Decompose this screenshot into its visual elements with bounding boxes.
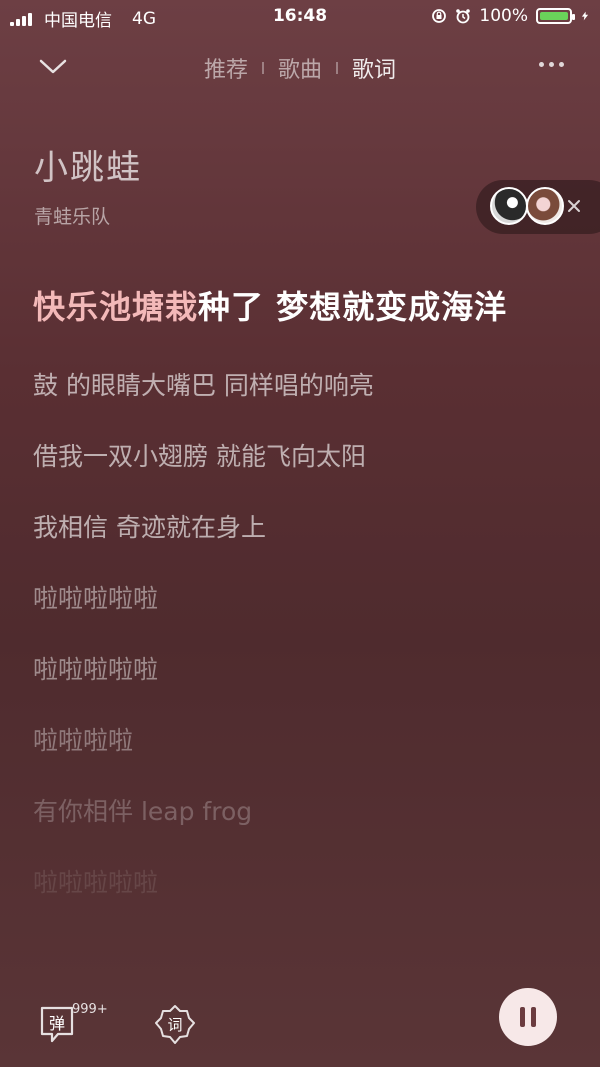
tab-divider: [261, 62, 264, 74]
close-icon[interactable]: [564, 196, 584, 216]
status-bar: 中国电信 4G 16:48 100%: [0, 0, 600, 32]
lyric-effect-button[interactable]: 词: [154, 1004, 196, 1046]
lyric-line: 鼓 的眼睛大嘴巴 同样唱的响亮: [33, 371, 374, 400]
lyric-line: 啦啦啦啦: [33, 726, 134, 755]
avatar: [526, 187, 564, 225]
dot-icon: [559, 62, 564, 67]
top-nav: 推荐 歌曲 歌词: [0, 44, 600, 90]
lyric-unsung-part: 种了 梦想就变成海洋: [198, 288, 508, 326]
current-lyric-line: 快乐池塘栽种了 梦想就变成海洋: [33, 282, 593, 332]
tab-lyrics[interactable]: 歌词: [352, 52, 396, 84]
tab-songs[interactable]: 歌曲: [278, 52, 322, 84]
song-title: 小跳蛙: [34, 148, 142, 188]
more-options-button[interactable]: [539, 62, 564, 67]
pause-icon: [531, 1007, 536, 1027]
tab-bar: 推荐 歌曲 歌词: [0, 52, 600, 84]
lyric-line: 我相信 奇迹就在身上: [33, 513, 266, 542]
danmaku-label: 弹: [49, 1014, 65, 1033]
lyric-line: 啦啦啦啦啦: [33, 868, 159, 897]
lyrics-panel[interactable]: 快乐池塘栽种了 梦想就变成海洋 鼓 的眼睛大嘴巴 同样唱的响亮 借我一双小翅膀 就…: [33, 282, 593, 900]
lyric-line: 啦啦啦啦啦: [33, 655, 159, 684]
pause-icon: [520, 1007, 525, 1027]
lyric-line: 借我一双小翅膀 就能飞向太阳: [33, 442, 366, 471]
lyric-line: 有你相伴 leap frog: [33, 797, 253, 826]
status-right: 100%: [431, 6, 590, 26]
pause-button[interactable]: [499, 988, 557, 1046]
alarm-icon: [456, 9, 471, 24]
battery-fill: [540, 12, 568, 20]
tab-divider: [336, 62, 338, 74]
avatar: [490, 187, 528, 225]
lyric-effect-label: 词: [167, 1016, 182, 1034]
battery-percent: 100%: [479, 6, 528, 26]
dot-icon: [549, 62, 554, 67]
danmaku-count-badge: 999+: [72, 1002, 108, 1017]
lyric-line: 啦啦啦啦啦: [33, 584, 159, 613]
rotation-lock-icon: [432, 9, 447, 23]
battery-icon: [536, 8, 575, 24]
tab-recommend[interactable]: 推荐: [204, 52, 248, 84]
lyric-sung-part: 快乐池塘栽: [33, 288, 199, 326]
charging-icon: [581, 11, 589, 21]
listening-together-pill[interactable]: [476, 180, 600, 234]
dot-icon: [539, 62, 544, 67]
upcoming-lyrics: 鼓 的眼睛大嘴巴 同样唱的响亮 借我一双小翅膀 就能飞向太阳 我相信 奇迹就在身上啦…: [33, 369, 593, 900]
artist-name[interactable]: 青蛙乐队: [34, 202, 110, 229]
